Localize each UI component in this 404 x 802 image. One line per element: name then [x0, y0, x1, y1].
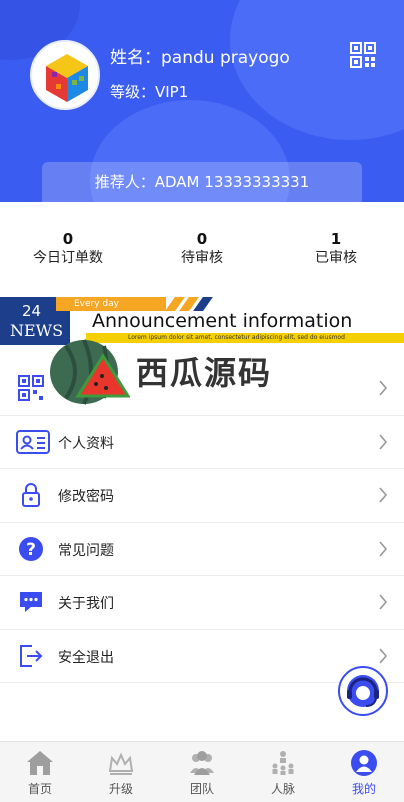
- user-name: 姓名：pandu prayogo: [110, 48, 290, 68]
- bottom-tab-bar: 首页 升级 团队 人脉 我的: [0, 741, 404, 802]
- tab-label: 升级: [108, 782, 133, 796]
- watermark-text: 西瓜源码: [136, 354, 273, 392]
- svg-text:?: ?: [26, 540, 36, 560]
- stat-value: 0: [196, 230, 208, 248]
- tab-network[interactable]: 人脉: [243, 742, 323, 802]
- tab-upgrade[interactable]: 升级: [81, 742, 161, 802]
- customer-service-button[interactable]: [338, 666, 388, 716]
- stat-approved[interactable]: 1 已审核: [276, 230, 396, 268]
- menu-item-faq[interactable]: ? 常见问题: [0, 523, 404, 576]
- chevron-right-icon: [379, 647, 388, 664]
- menu-item-profile[interactable]: 个人资料: [0, 416, 404, 469]
- stat-value: 1: [330, 230, 342, 248]
- home-icon: [27, 751, 53, 775]
- qr-code-icon: [18, 375, 44, 401]
- watermelon-logo-icon: [50, 339, 131, 405]
- tab-label: 首页: [27, 782, 52, 796]
- stat-label: 待审核: [181, 250, 223, 266]
- team-icon: [190, 751, 214, 775]
- id-card-icon: [16, 429, 50, 454]
- stat-label: 已审核: [315, 250, 357, 266]
- settings-menu: 个人资料 修改密码 ? 常见问题 关于我们 安全退出: [0, 362, 404, 683]
- order-stats: 0 今日订单数 0 待审核 1 已审核: [0, 202, 404, 294]
- menu-label: 修改密码: [58, 489, 114, 505]
- tab-label: 我的: [351, 782, 376, 796]
- chevron-right-icon: [379, 487, 388, 503]
- menu-item-change-password[interactable]: 修改密码: [0, 469, 404, 523]
- stat-today-orders[interactable]: 0 今日订单数: [8, 230, 128, 268]
- crown-icon: [108, 752, 134, 775]
- logout-icon: [20, 644, 43, 667]
- chat-icon: [20, 592, 42, 612]
- cube-logo-icon: [46, 54, 88, 102]
- stat-label: 今日订单数: [33, 250, 103, 266]
- profile-header: 姓名：pandu prayogo 等级：VIP1 推荐人：ADAM 133333…: [0, 0, 404, 202]
- tab-label: 人脉: [270, 782, 295, 796]
- question-icon: ?: [19, 536, 43, 561]
- chevron-right-icon: [379, 433, 388, 450]
- menu-label: 个人资料: [58, 435, 114, 452]
- chevron-right-icon: [379, 540, 388, 557]
- chevron-right-icon: [379, 380, 388, 396]
- tab-mine[interactable]: 我的: [324, 742, 404, 802]
- avatar[interactable]: [30, 40, 100, 110]
- stat-value: 0: [62, 230, 74, 248]
- news-day: 24: [22, 302, 42, 320]
- announcement-title: Announcement information: [92, 310, 353, 332]
- menu-label: 常见问题: [58, 542, 114, 559]
- headset-icon: [347, 675, 379, 707]
- user-icon: [351, 750, 377, 776]
- network-icon: [272, 751, 294, 775]
- menu-item-about[interactable]: 关于我们: [0, 576, 404, 630]
- menu-label: 关于我们: [58, 596, 114, 612]
- stat-pending[interactable]: 0 待审核: [142, 230, 262, 268]
- tab-team[interactable]: 团队: [162, 742, 242, 802]
- user-level: 等级：VIP1: [110, 83, 189, 101]
- chevron-right-icon: [379, 594, 388, 610]
- everyday-tag: Every day: [56, 297, 166, 311]
- tab-home[interactable]: 首页: [0, 742, 80, 802]
- referrer-info: 推荐人：ADAM 13333333331: [42, 162, 362, 202]
- menu-label: 安全退出: [58, 649, 114, 666]
- qr-code-icon[interactable]: [350, 42, 376, 68]
- watermark: 西瓜源码: [48, 336, 298, 408]
- lock-icon: [22, 483, 40, 507]
- tab-label: 团队: [189, 782, 214, 796]
